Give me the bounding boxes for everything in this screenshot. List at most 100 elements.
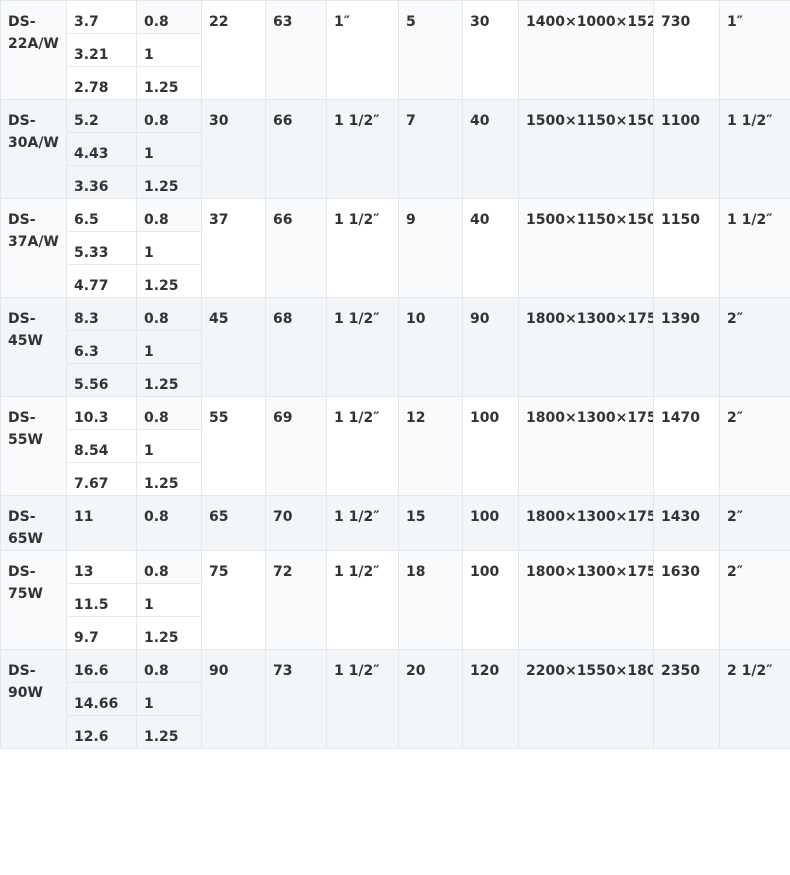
sub-value-cell: 3.21 [66, 33, 137, 67]
value-cell: 20 [398, 649, 463, 749]
sub-value-cell: 1.25 [136, 66, 202, 100]
sub-value-cell: 3.7 [66, 0, 137, 34]
value-cell: 1390 [653, 297, 720, 397]
sub-value-cell: 1 [136, 682, 202, 716]
table-row: DS-22A/W 3.7 0.8 22 63 1″ 5 30 1400×1000×1520 730… [0, 0, 790, 100]
table-row: DS-37A/W 6.5 0.8 37 66 1 1/2″ 9 40 1500×1150×150… [0, 198, 790, 298]
value-cell: 70 [265, 495, 327, 551]
value-cell: 1 1/2″ [326, 550, 399, 650]
dimensions-cell: 1800×1300×1750 [518, 297, 654, 397]
spec-table-body: DS-22A/W 3.7 0.8 22 63 1″ 5 30 1400×1000×1520 730… [0, 0, 790, 749]
value-cell: 69 [265, 396, 327, 496]
dimensions-cell: 1800×1300×1750 [518, 550, 654, 650]
value-cell: 75 [201, 550, 266, 650]
dimensions-cell: 1800×1300×1750 [518, 495, 654, 551]
sub-value-cell: 0.8 [136, 297, 202, 331]
sub-value-cell: 4.43 [66, 132, 137, 166]
sub-value-cell: 7.67 [66, 462, 137, 496]
value-cell: 1″ [719, 0, 790, 100]
value-cell: 1 1/2″ [326, 396, 399, 496]
value-cell: 1100 [653, 99, 720, 199]
spec-table: DS-22A/W 3.7 0.8 22 63 1″ 5 30 1400×1000×1520 730… [0, 0, 790, 749]
sub-value-cell: 1 [136, 429, 202, 463]
model-cell: DS-55W [0, 396, 67, 496]
sub-value-cell: 11 [66, 495, 137, 551]
value-cell: 2″ [719, 550, 790, 650]
value-cell: 55 [201, 396, 266, 496]
sub-value-cell: 0.8 [136, 550, 202, 584]
value-cell: 1150 [653, 198, 720, 298]
table-row: DS-55W 10.3 0.8 55 69 1 1/2″ 12 100 1800×1300×17… [0, 396, 790, 496]
value-cell: 7 [398, 99, 463, 199]
value-cell: 40 [462, 198, 519, 298]
value-cell: 2″ [719, 396, 790, 496]
sub-value-cell: 13 [66, 550, 137, 584]
value-cell: 100 [462, 396, 519, 496]
value-cell: 30 [462, 0, 519, 100]
value-cell: 40 [462, 99, 519, 199]
table-row: DS-65W 11 0.8 65 70 1 1/2″ 15 100 1800×1300×1750… [0, 495, 790, 551]
value-cell: 100 [462, 550, 519, 650]
sub-value-cell: 0.8 [136, 495, 202, 551]
sub-value-cell: 5.56 [66, 363, 137, 397]
value-cell: 1″ [326, 0, 399, 100]
value-cell: 72 [265, 550, 327, 650]
value-cell: 37 [201, 198, 266, 298]
sub-value-cell: 16.6 [66, 649, 137, 683]
value-cell: 63 [265, 0, 327, 100]
value-cell: 2 1/2″ [719, 649, 790, 749]
value-cell: 66 [265, 198, 327, 298]
value-cell: 10 [398, 297, 463, 397]
dimensions-cell: 1400×1000×1520 [518, 0, 654, 100]
value-cell: 15 [398, 495, 463, 551]
value-cell: 2″ [719, 297, 790, 397]
value-cell: 45 [201, 297, 266, 397]
dimensions-cell: 1500×1150×1500 [518, 99, 654, 199]
value-cell: 1 1/2″ [719, 99, 790, 199]
model-cell: DS-65W [0, 495, 67, 551]
sub-value-cell: 8.54 [66, 429, 137, 463]
value-cell: 1 1/2″ [326, 297, 399, 397]
sub-value-cell: 1.25 [136, 363, 202, 397]
value-cell: 22 [201, 0, 266, 100]
sub-value-cell: 0.8 [136, 396, 202, 430]
sub-value-cell: 0.8 [136, 99, 202, 133]
dimensions-cell: 1800×1300×1750 [518, 396, 654, 496]
dimensions-cell: 1500×1150×1500 [518, 198, 654, 298]
table-row: DS-30A/W 5.2 0.8 30 66 1 1/2″ 7 40 1500×1150×150… [0, 99, 790, 199]
value-cell: 90 [462, 297, 519, 397]
table-row: DS-90W 16.6 0.8 90 73 1 1/2″ 20 120 2200×1550×18… [0, 649, 790, 749]
sub-value-cell: 9.7 [66, 616, 137, 650]
value-cell: 1 1/2″ [326, 99, 399, 199]
sub-value-cell: 1.25 [136, 264, 202, 298]
sub-value-cell: 1.25 [136, 616, 202, 650]
sub-value-cell: 1 [136, 231, 202, 265]
value-cell: 100 [462, 495, 519, 551]
value-cell: 1 1/2″ [326, 495, 399, 551]
value-cell: 65 [201, 495, 266, 551]
sub-value-cell: 5.2 [66, 99, 137, 133]
table-row: DS-75W 13 0.8 75 72 1 1/2″ 18 100 1800×1300×1750… [0, 550, 790, 650]
sub-value-cell: 1.25 [136, 715, 202, 749]
value-cell: 1630 [653, 550, 720, 650]
dimensions-cell: 2200×1550×1800 [518, 649, 654, 749]
sub-value-cell: 14.66 [66, 682, 137, 716]
value-cell: 1 1/2″ [326, 649, 399, 749]
value-cell: 2″ [719, 495, 790, 551]
value-cell: 730 [653, 0, 720, 100]
value-cell: 30 [201, 99, 266, 199]
sub-value-cell: 1.25 [136, 165, 202, 199]
sub-value-cell: 5.33 [66, 231, 137, 265]
sub-value-cell: 1 [136, 583, 202, 617]
sub-value-cell: 0.8 [136, 649, 202, 683]
value-cell: 12 [398, 396, 463, 496]
value-cell: 73 [265, 649, 327, 749]
sub-value-cell: 12.6 [66, 715, 137, 749]
value-cell: 18 [398, 550, 463, 650]
value-cell: 5 [398, 0, 463, 100]
sub-value-cell: 2.78 [66, 66, 137, 100]
sub-value-cell: 0.8 [136, 198, 202, 232]
value-cell: 68 [265, 297, 327, 397]
value-cell: 1 1/2″ [719, 198, 790, 298]
sub-value-cell: 4.77 [66, 264, 137, 298]
